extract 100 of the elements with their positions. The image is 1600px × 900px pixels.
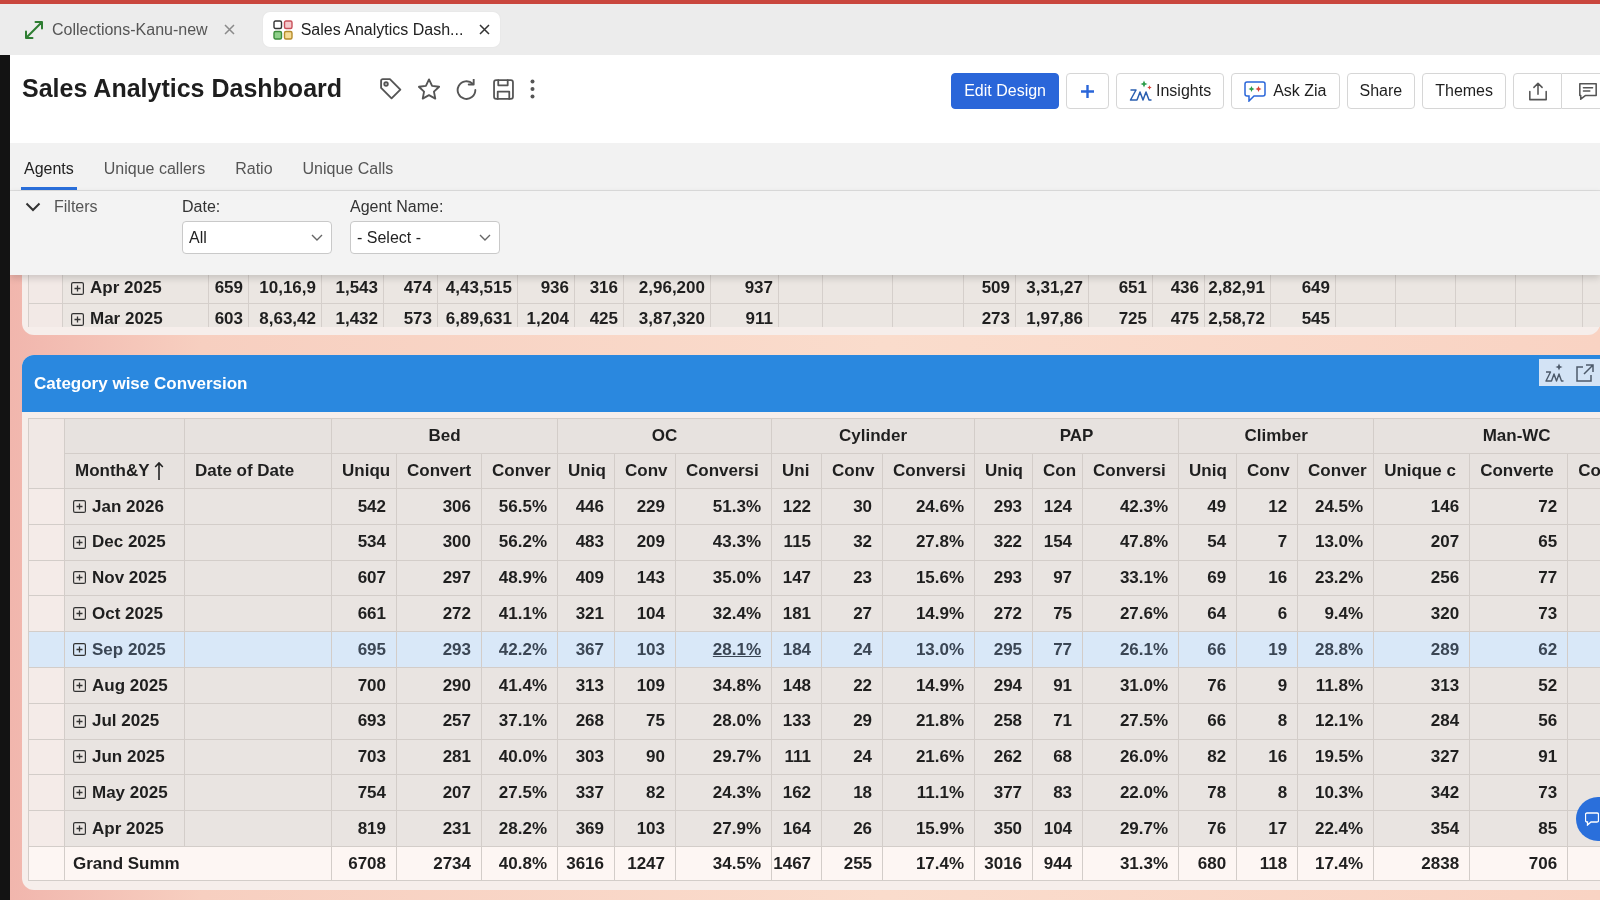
save-icon[interactable]: [493, 78, 515, 100]
table-cell: 327: [1373, 739, 1470, 775]
column-header[interactable]: Uniq: [557, 453, 615, 489]
table-cell: 12.1%: [1297, 703, 1374, 740]
table-row[interactable]: Dec 2025 534 300 56.2% 483 209 43.3% 115 32 27.8% 322 154 47.8% 54 7 13.0% 207 65: [28, 524, 1600, 561]
table-row[interactable]: May 2025 754 207 27.5% 337 82 24.3% 162 18 11.1% 377 83 22.0% 78 8 10.3% 342 73: [28, 774, 1600, 811]
expand-icon[interactable]: [73, 714, 86, 728]
select-field[interactable]: - Select -: [350, 221, 500, 254]
column-header[interactable]: Date of Date: [184, 453, 332, 489]
column-header[interactable]: Conversi: [675, 453, 772, 489]
table-cell: 32.4%: [675, 595, 772, 632]
table-cell: 272: [396, 595, 482, 632]
table-cell: 33.1%: [1082, 560, 1179, 596]
table-cell: 21.8%: [882, 703, 975, 740]
table-row[interactable]: Nov 2025 607 297 48.9% 409 143 35.0% 147 23 15.6% 293 97 33.1% 69 16 23.2% 256 77: [28, 560, 1600, 596]
table-cell: 268: [557, 703, 615, 740]
close-icon[interactable]: [479, 24, 491, 35]
field-label: Date:: [182, 197, 222, 217]
table-cell: 294: [974, 667, 1033, 704]
table-row[interactable]: Sep 2025 695 293 42.2% 367 103 28.1% 184 24 13.0% 295 77 26.1% 66 19 28.8% 289 62: [28, 631, 1600, 668]
table-cell: 322: [974, 524, 1033, 561]
select-field[interactable]: All: [182, 221, 332, 254]
column-header[interactable]: Uniqu: [331, 453, 397, 489]
expand-icon[interactable]: [73, 822, 86, 836]
tag-icon[interactable]: [380, 78, 403, 100]
table-cell: 68: [1032, 739, 1083, 775]
table-cell: 37.1%: [481, 703, 558, 740]
table-cell: 295: [974, 631, 1033, 668]
table-cell: 31.3%: [1082, 846, 1179, 881]
filters-toggle[interactable]: Filters: [10, 197, 182, 217]
table-cell: 56.2%: [481, 524, 558, 561]
external-link-icon[interactable]: [1576, 363, 1594, 382]
column-header[interactable]: Uni: [771, 453, 822, 489]
expand-icon[interactable]: [73, 499, 86, 513]
table-cell: 293: [396, 631, 482, 668]
table-cell: 40.8%: [481, 846, 558, 881]
column-header[interactable]: Uniq: [974, 453, 1033, 489]
expand-icon[interactable]: [73, 643, 86, 657]
expand-icon[interactable]: [73, 786, 86, 800]
table-cell: 257: [396, 703, 482, 740]
column-header[interactable]: Convert: [396, 453, 482, 489]
table-cell: 659: [208, 275, 249, 304]
column-header[interactable]: Con: [1032, 453, 1083, 489]
table-cell: 534: [331, 524, 397, 561]
expand-icon[interactable]: [73, 571, 86, 585]
expand-icon[interactable]: [71, 281, 84, 295]
column-header[interactable]: Conversi: [882, 453, 975, 489]
table-cell: 11.1%: [882, 774, 975, 811]
expand-icon[interactable]: [71, 312, 84, 326]
expand-icon[interactable]: [73, 678, 86, 692]
table-cell: 91: [1032, 667, 1083, 704]
table-cell: 12: [1236, 488, 1298, 525]
column-header[interactable]: Conv: [1236, 453, 1298, 489]
toolbar-button[interactable]: Ask Zia: [1231, 73, 1340, 109]
expand-icon[interactable]: [73, 535, 86, 549]
expand-icon[interactable]: [73, 607, 86, 621]
chevron-down-icon: [311, 234, 323, 241]
row-label: Dec 2025: [92, 531, 166, 554]
card-title: Category wise Conversion: [34, 372, 248, 395]
table-cell: 133: [771, 703, 822, 740]
column-header[interactable]: Converte: [1469, 453, 1568, 489]
table-row[interactable]: Oct 2025 661 272 41.1% 321 104 32.4% 181 27 14.9% 272 75 27.6% 64 6 9.4% 320 73: [28, 595, 1600, 632]
table-row[interactable]: Jul 2025 693 257 37.1% 268 75 28.0% 133 29 21.8% 258 71 27.5% 66 8 12.1% 284 56: [28, 703, 1600, 740]
table-cell: 27.5%: [1082, 703, 1179, 740]
table-cell: 316: [574, 275, 624, 304]
sparkle-icon[interactable]: [1545, 363, 1566, 382]
expand-icon[interactable]: [73, 750, 86, 764]
more-icon[interactable]: [530, 79, 536, 99]
toolbar-button[interactable]: Insights: [1116, 73, 1225, 109]
table-cell: 43.3%: [675, 524, 772, 561]
toolbar-button[interactable]: Themes: [1422, 73, 1506, 109]
column-header[interactable]: Conversi: [1082, 453, 1179, 489]
add-button[interactable]: [1066, 73, 1109, 109]
toolbar-button[interactable]: Share: [1346, 73, 1416, 109]
table-row[interactable]: Jan 2026 542 306 56.5% 446 229 51.3% 122 30 24.6% 293 124 42.3% 49 12 24.5% 146 72: [28, 488, 1600, 525]
table-cell: 42.2%: [481, 631, 558, 668]
table-row[interactable]: Apr 2025 819 231 28.2% 369 103 27.9% 164 26 15.9% 350 104 29.7% 76 17 22.4% 354 85: [28, 810, 1600, 847]
table-row[interactable]: Aug 2025 700 290 41.4% 313 109 34.8% 148 22 14.9% 294 91 31.0% 76 9 11.8% 313 52: [28, 667, 1600, 704]
comment-button[interactable]: [1562, 73, 1600, 109]
view-tab[interactable]: Ratio: [232, 143, 276, 190]
table-cell: 281: [396, 739, 482, 775]
view-tab[interactable]: Unique callers: [100, 143, 209, 190]
table-cell: 82: [1178, 739, 1237, 775]
table-cell: 41.1%: [481, 595, 558, 632]
table-row[interactable]: Jun 2025 703 281 40.0% 303 90 29.7% 111 24 21.6% 262 68 26.0% 82 16 19.5% 327 91: [28, 739, 1600, 775]
column-header[interactable]: Conv: [614, 453, 676, 489]
browser-tab[interactable]: Collections-Kanu-new: [20, 12, 245, 47]
upload-button[interactable]: [1513, 73, 1562, 109]
view-tab[interactable]: Unique Calls: [299, 143, 397, 190]
refresh-icon[interactable]: [456, 78, 478, 100]
column-header[interactable]: Conver: [1297, 453, 1374, 489]
column-header[interactable]: Conv: [821, 453, 883, 489]
primary-button[interactable]: Edit Design: [951, 73, 1059, 109]
browser-tab[interactable]: Sales Analytics Dash...: [262, 12, 501, 47]
column-header[interactable]: Unique c: [1373, 453, 1470, 489]
column-header[interactable]: Uniq: [1178, 453, 1237, 489]
star-icon[interactable]: [418, 78, 441, 100]
column-header[interactable]: Conver: [481, 453, 558, 489]
table-cell: 446: [557, 488, 615, 525]
table-cell: 19: [1236, 631, 1298, 668]
